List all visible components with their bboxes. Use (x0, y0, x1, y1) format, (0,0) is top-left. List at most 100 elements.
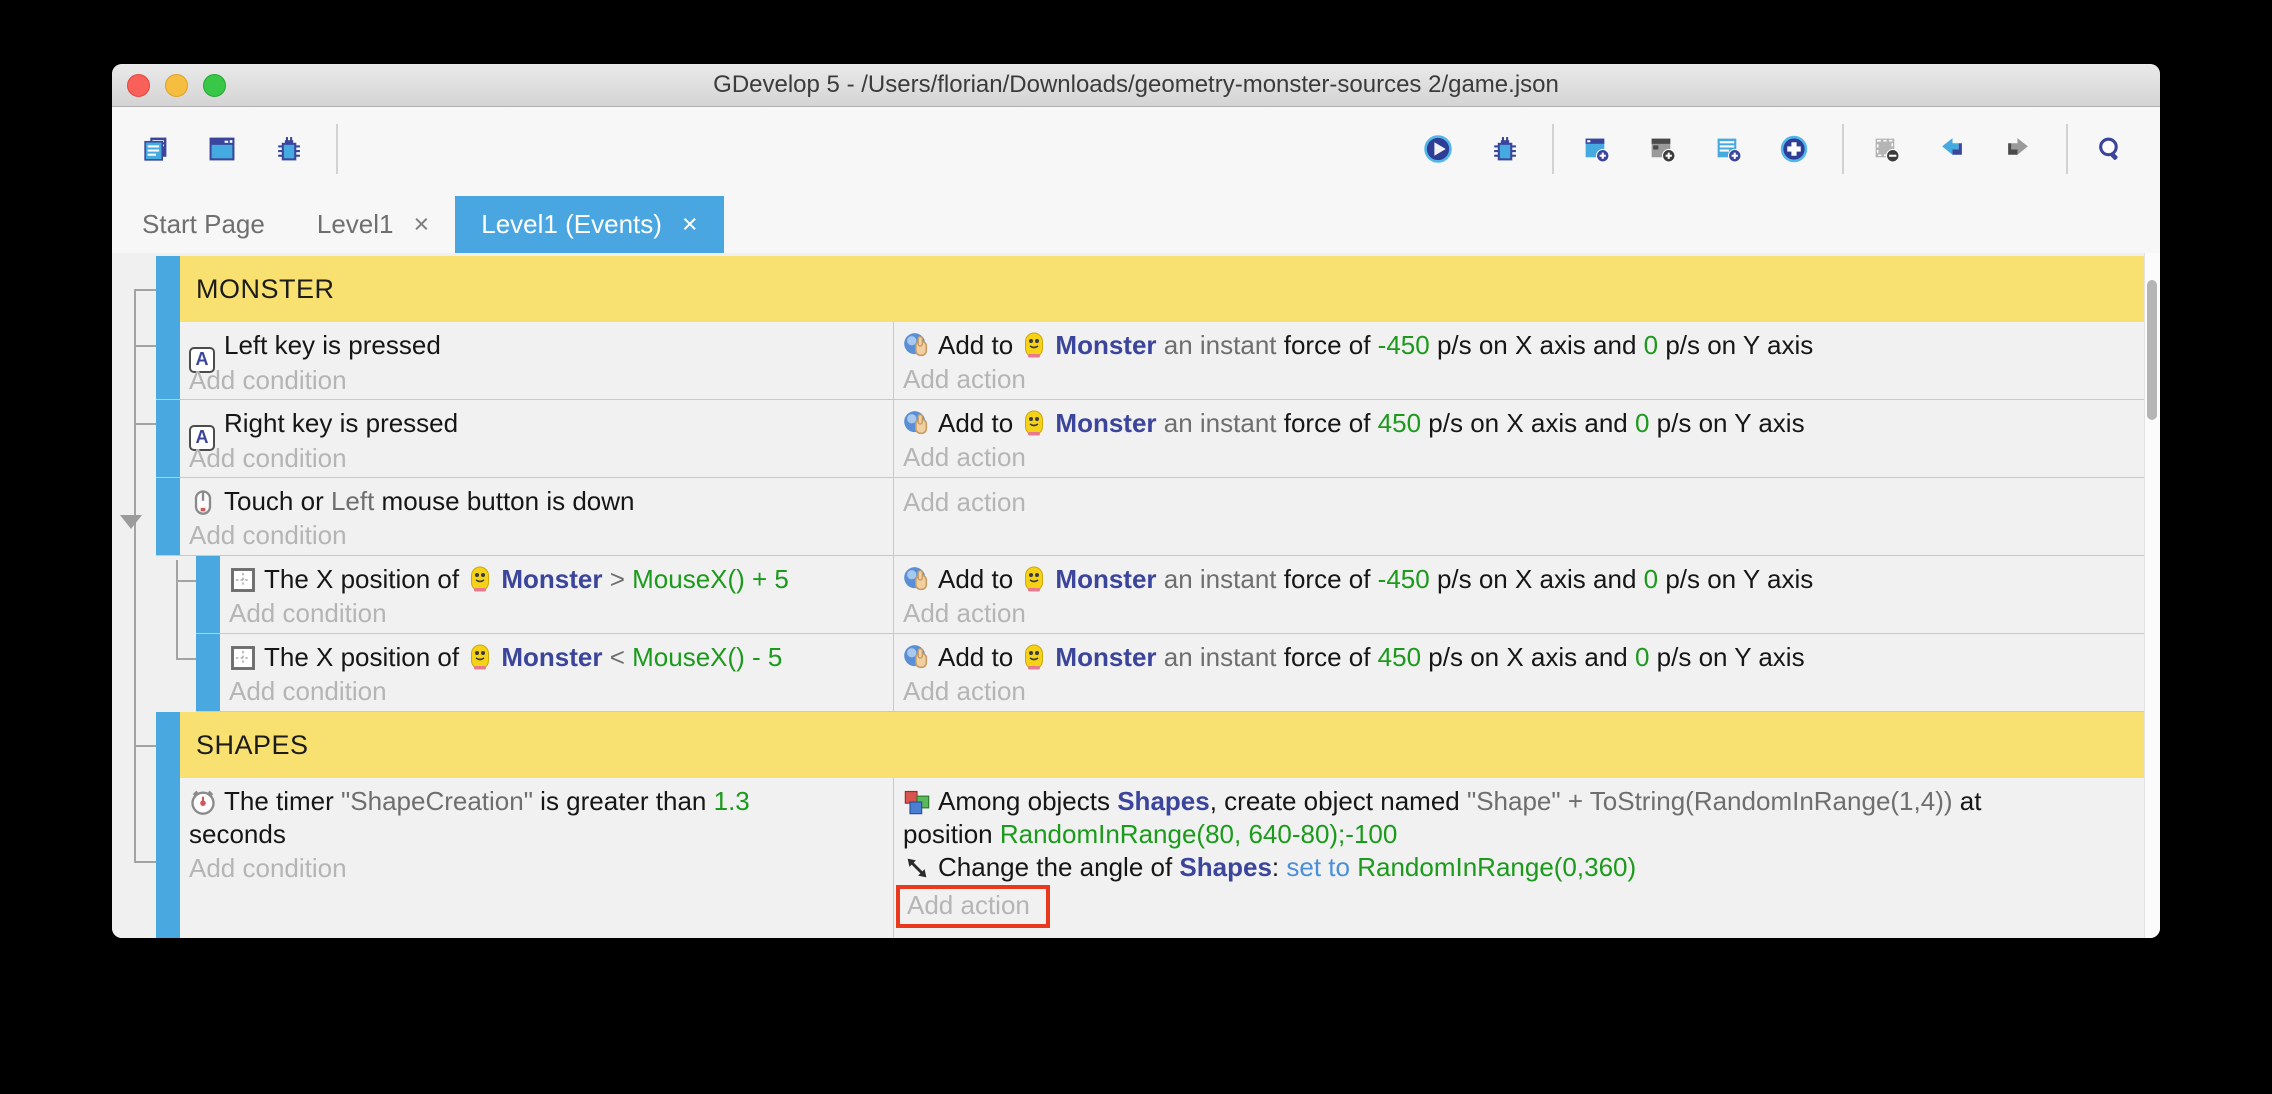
event-body: Touch or Left mouse button is downAdd co… (156, 478, 2144, 556)
action-line[interactable]: Add to Monster an instant force of 450 p… (903, 641, 2138, 674)
condition-line[interactable]: seconds (189, 818, 887, 851)
project-manager-button[interactable] (130, 120, 188, 178)
search-button[interactable] (2084, 120, 2142, 178)
event-gutter (112, 256, 156, 322)
tab-bar: Start PageLevel1×Level1 (Events)× (112, 190, 2160, 253)
actions-cell: Among objects Shapes, create object name… (894, 778, 2144, 938)
play-preview-icon (1424, 135, 1452, 163)
add-comment-icon (1714, 135, 1742, 163)
text-segment: p/s on Y axis (1658, 564, 1813, 594)
play-preview-button[interactable] (1412, 120, 1470, 178)
add-condition-button[interactable]: Add condition (189, 519, 887, 551)
event-drag-bar[interactable] (156, 712, 180, 778)
action-line[interactable]: Among objects Shapes, create object name… (903, 785, 2138, 818)
text-segment: p/s on X axis and (1421, 642, 1635, 672)
condition-line[interactable]: Touch or Left mouse button is down (189, 485, 887, 518)
remove-event-icon (1872, 135, 1900, 163)
event-drag-bar[interactable] (156, 256, 180, 322)
add-subevent-button[interactable] (1636, 120, 1694, 178)
condition-line[interactable]: ALeft key is pressed (189, 329, 887, 363)
add-condition-button[interactable]: Add condition (189, 852, 887, 884)
text-segment: is greater than (533, 786, 714, 816)
toolbar (112, 107, 2160, 190)
action-line[interactable]: Change the angle of Shapes: set to Rando… (903, 851, 2138, 884)
add-action-button[interactable]: Add action (903, 363, 2138, 395)
add-event-button[interactable] (1570, 120, 1628, 178)
position-icon (229, 566, 257, 594)
action-line[interactable]: position RandomInRange(80, 640-80);-100 (903, 818, 2138, 851)
tab-start-page[interactable]: Start Page (116, 196, 291, 253)
event-row: The X position of Monster < MouseX() - 5… (112, 634, 2144, 712)
monster-icon (1020, 566, 1048, 594)
event-drag-bar[interactable] (156, 778, 180, 938)
zoom-window-button[interactable] (203, 74, 226, 97)
scene-editor-button[interactable] (196, 120, 254, 178)
condition-line[interactable]: The timer "ShapeCreation" is greater tha… (189, 785, 887, 818)
event-drag-bar[interactable] (156, 478, 180, 555)
toolbar-separator (1842, 124, 1844, 174)
redo-button[interactable] (1992, 120, 2050, 178)
event-gutter (112, 322, 156, 400)
add-action-highlight-box[interactable]: Add action (896, 885, 1050, 928)
tab-level1-events[interactable]: Level1 (Events)× (455, 196, 723, 253)
add-action-button[interactable]: Add action (903, 597, 2138, 629)
monster-icon (1020, 410, 1048, 438)
group-header[interactable]: MONSTER (156, 256, 2144, 322)
keyboard-icon: A (189, 335, 217, 363)
minimize-window-button[interactable] (165, 74, 188, 97)
text-segment: mouse button is down (374, 486, 634, 516)
events-sheet: MONSTERALeft key is pressedAdd condition… (112, 253, 2160, 938)
text-segment: at (1953, 786, 1982, 816)
tab-level1[interactable]: Level1× (291, 196, 455, 253)
event-drag-bar[interactable] (156, 400, 180, 477)
window-title: GDevelop 5 - /Users/florian/Downloads/ge… (112, 64, 2160, 106)
undo-button[interactable] (1926, 120, 1984, 178)
action-line[interactable]: Add to Monster an instant force of -450 … (903, 329, 2138, 362)
add-action-button[interactable]: Add action (903, 486, 2138, 518)
text-segment: p/s on X axis and (1421, 408, 1635, 438)
scrollbar-thumb[interactable] (2147, 280, 2157, 420)
add-action-button[interactable]: Add action (903, 441, 2138, 473)
event-gutter (112, 634, 196, 712)
text-segment: p/s on Y axis (1649, 642, 1804, 672)
text-segment: Add to (938, 642, 1020, 672)
add-comment-button[interactable] (1702, 120, 1760, 178)
add-condition-button[interactable]: Add condition (229, 675, 887, 707)
group-header[interactable]: SHAPES (156, 712, 2144, 778)
vertical-scrollbar[interactable] (2144, 253, 2160, 938)
close-window-button[interactable] (127, 74, 150, 97)
add-condition-button[interactable]: Add condition (189, 442, 887, 474)
text-segment: , create object named (1210, 786, 1467, 816)
add-action-button[interactable]: Add action (903, 885, 2138, 928)
debugger-button[interactable] (262, 120, 320, 178)
gdevelop-window: GDevelop 5 - /Users/florian/Downloads/ge… (112, 64, 2160, 938)
condition-line[interactable]: The X position of Monster > MouseX() + 5 (229, 563, 887, 596)
text-segment: < (602, 642, 632, 672)
event-row: Touch or Left mouse button is downAdd co… (112, 478, 2144, 556)
add-new-icon (1780, 135, 1808, 163)
add-condition-button[interactable]: Add condition (229, 597, 887, 629)
event-gutter (112, 478, 156, 556)
conditions-cell: ALeft key is pressedAdd condition (180, 322, 893, 399)
debug-preview-button[interactable] (1478, 120, 1536, 178)
title-bar[interactable]: GDevelop 5 - /Users/florian/Downloads/ge… (112, 64, 2160, 107)
actions-cell: Add to Monster an instant force of 450 p… (894, 400, 2144, 477)
actions-cell: Add to Monster an instant force of -450 … (894, 322, 2144, 399)
monster-icon (466, 644, 494, 672)
group-header-label[interactable]: SHAPES (180, 712, 2144, 778)
event-drag-bar[interactable] (156, 322, 180, 399)
close-tab-icon[interactable]: × (413, 211, 429, 238)
add-action-button[interactable]: Add action (903, 675, 2138, 707)
condition-line[interactable]: The X position of Monster < MouseX() - 5 (229, 641, 887, 674)
condition-line[interactable]: ARight key is pressed (189, 407, 887, 441)
add-condition-button[interactable]: Add condition (189, 364, 887, 396)
close-tab-icon[interactable]: × (682, 211, 698, 238)
action-line[interactable]: Add to Monster an instant force of -450 … (903, 563, 2138, 596)
add-new-button[interactable] (1768, 120, 1826, 178)
group-header-label[interactable]: MONSTER (180, 256, 2144, 322)
event-drag-bar[interactable] (196, 634, 220, 711)
event-drag-bar[interactable] (196, 556, 220, 633)
remove-event-button[interactable] (1860, 120, 1918, 178)
action-line[interactable]: Add to Monster an instant force of 450 p… (903, 407, 2138, 440)
actions-cell: Add to Monster an instant force of -450 … (894, 556, 2144, 633)
